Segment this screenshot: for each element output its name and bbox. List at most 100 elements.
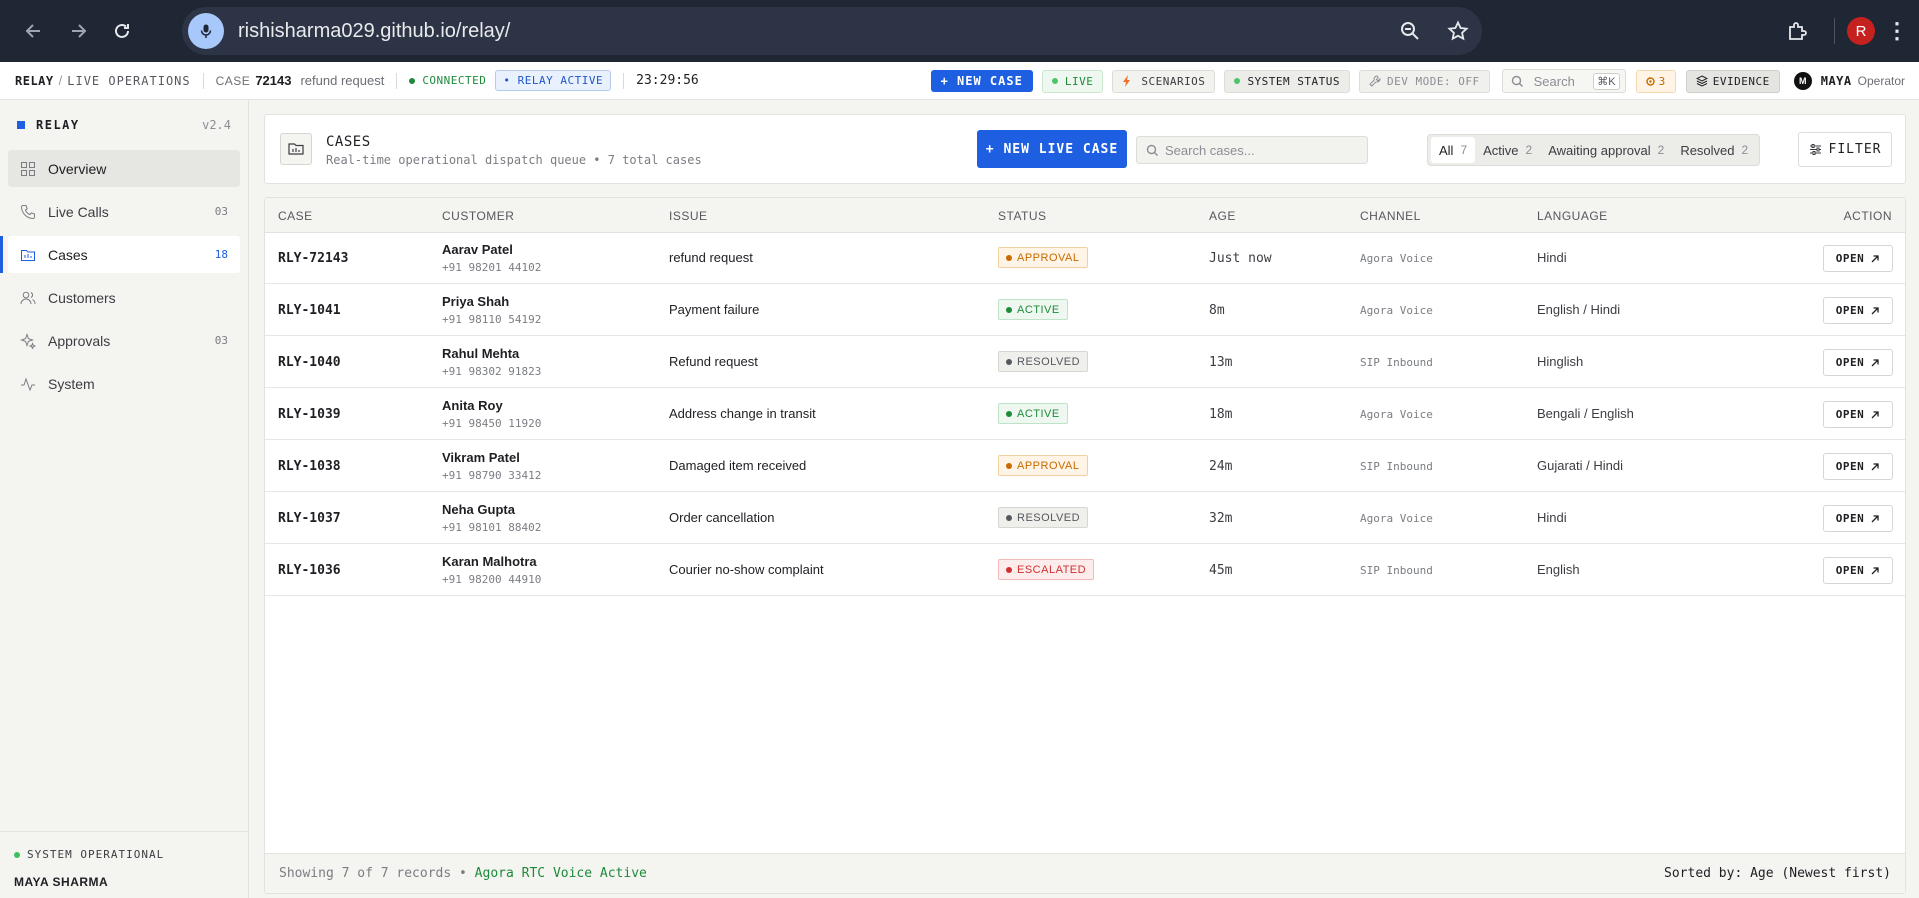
filter-button[interactable]: FILTER bbox=[1798, 132, 1892, 167]
zoom-button[interactable] bbox=[1386, 7, 1434, 55]
notifications-count: 3 bbox=[1658, 74, 1666, 88]
case-channel: Agora Voice bbox=[1360, 512, 1433, 525]
sidebar-item-overview[interactable]: Overview bbox=[8, 150, 240, 187]
topbar-divider bbox=[202, 72, 204, 89]
sidebar-item-system[interactable]: System bbox=[8, 365, 240, 402]
open-case-button[interactable]: OPEN bbox=[1823, 349, 1893, 376]
table-row[interactable]: RLY-1038 Vikram Patel +91 98790 33412 Damag… bbox=[265, 441, 1905, 492]
search-shortcut: ⌘K bbox=[1593, 72, 1620, 90]
search-icon bbox=[1146, 144, 1158, 156]
brand-square-icon bbox=[17, 121, 25, 129]
evidence-button[interactable]: EVIDENCE bbox=[1685, 69, 1780, 93]
case-channel: SIP Inbound bbox=[1360, 564, 1433, 577]
bookmark-button[interactable] bbox=[1434, 7, 1482, 55]
arrow-up-right-icon bbox=[1871, 410, 1879, 418]
live-button[interactable]: LIVE bbox=[1041, 69, 1104, 93]
status-text: RESOLVED bbox=[1017, 511, 1081, 524]
sidebar-item-cases[interactable]: Cases 18 bbox=[0, 236, 240, 273]
breadcrumb-separator: / bbox=[58, 73, 63, 88]
column-header-channel[interactable]: CHANNEL bbox=[1360, 209, 1421, 223]
column-header-issue[interactable]: ISSUE bbox=[669, 209, 708, 223]
issue-text: Courier no-show complaint bbox=[669, 562, 824, 577]
open-case-button[interactable]: OPEN bbox=[1823, 557, 1893, 584]
open-case-button[interactable]: OPEN bbox=[1823, 401, 1893, 428]
table-row[interactable]: RLY-1037 Neha Gupta +91 98101 88402 Order c… bbox=[265, 493, 1905, 544]
customer-name: Vikram Patel bbox=[442, 450, 520, 465]
tab-all[interactable]: All 7 bbox=[1431, 137, 1476, 163]
open-case-button[interactable]: OPEN bbox=[1823, 297, 1893, 324]
search-cases-input[interactable]: Search cases... bbox=[1136, 136, 1368, 164]
new-live-case-button[interactable]: + NEW LIVE CASE bbox=[977, 130, 1127, 168]
sidebar-brand: RELAY bbox=[36, 118, 80, 132]
sidebar-item-approvals[interactable]: Approvals 03 bbox=[8, 322, 240, 359]
reload-button[interactable] bbox=[104, 13, 140, 49]
case-language: Bengali / English bbox=[1537, 406, 1634, 421]
tab-awaiting-approval[interactable]: Awaiting approval 2 bbox=[1540, 137, 1672, 163]
sort-indicator[interactable]: Sorted by: Age (Newest first) bbox=[1664, 866, 1891, 881]
reload-icon bbox=[115, 23, 129, 38]
sparkle-icon bbox=[20, 332, 36, 349]
tab-label: Awaiting approval bbox=[1548, 142, 1651, 158]
case-id[interactable]: RLY-1038 bbox=[278, 459, 341, 474]
forward-button[interactable] bbox=[60, 13, 96, 49]
browser-menu-icon[interactable]: ⋮ bbox=[1875, 0, 1919, 62]
case-language: Hinglish bbox=[1537, 354, 1584, 369]
sidebar-item-label: Live Calls bbox=[48, 203, 109, 220]
column-header-customer[interactable]: CUSTOMER bbox=[442, 209, 514, 223]
extensions-button[interactable] bbox=[1772, 0, 1822, 62]
notifications-button[interactable]: 3 bbox=[1635, 69, 1676, 93]
system-operational-text: SYSTEM OPERATIONAL bbox=[27, 848, 165, 861]
case-id[interactable]: RLY-1037 bbox=[278, 511, 341, 526]
back-button[interactable] bbox=[16, 13, 52, 49]
table-row[interactable]: RLY-1040 Rahul Mehta +91 98302 91823 Refund… bbox=[265, 337, 1905, 388]
case-id[interactable]: RLY-1036 bbox=[278, 563, 341, 578]
status-text: ESCALATED bbox=[1017, 563, 1087, 576]
user-avatar[interactable]: M bbox=[1793, 72, 1812, 90]
table-row[interactable]: RLY-72143 Aarav Patel +91 98201 44102 refun… bbox=[265, 233, 1905, 284]
case-age: 18m bbox=[1209, 407, 1233, 422]
column-header-status[interactable]: STATUS bbox=[998, 209, 1047, 223]
status-dot-icon bbox=[1006, 462, 1012, 469]
column-header-age[interactable]: AGE bbox=[1209, 209, 1236, 223]
alert-circle-icon bbox=[1645, 76, 1655, 86]
case-id[interactable]: RLY-1039 bbox=[278, 407, 341, 422]
table-footer: Showing 7 of 7 records • Agora RTC Voice… bbox=[265, 853, 1905, 893]
tab-resolved[interactable]: Resolved 2 bbox=[1672, 137, 1756, 163]
sidebar-item-live-calls[interactable]: Live Calls 03 bbox=[8, 193, 240, 230]
new-case-button[interactable]: + NEW CASE bbox=[930, 70, 1033, 92]
system-status-button[interactable]: SYSTEM STATUS bbox=[1224, 69, 1351, 93]
case-language: Gujarati / Hindi bbox=[1537, 458, 1623, 473]
dev-mode-toggle[interactable]: DEV MODE: OFF bbox=[1359, 69, 1490, 93]
global-search-input[interactable]: Search ⌘K bbox=[1501, 69, 1626, 93]
status-text: APPROVAL bbox=[1017, 251, 1080, 264]
table-row[interactable]: RLY-1036 Karan Malhotra +91 98200 44910 Cou… bbox=[265, 545, 1905, 596]
column-header-case[interactable]: CASE bbox=[278, 209, 313, 223]
microphone-icon[interactable] bbox=[188, 13, 224, 49]
case-id[interactable]: RLY-1040 bbox=[278, 355, 341, 370]
url-text: rishisharma029.github.io/relay/ bbox=[238, 19, 511, 42]
tab-active[interactable]: Active 2 bbox=[1475, 137, 1540, 163]
current-case-label: CASE bbox=[215, 73, 251, 88]
user-role: Operator bbox=[1857, 74, 1905, 88]
status-badge: RESOLVED bbox=[998, 351, 1089, 372]
open-case-button[interactable]: OPEN bbox=[1823, 245, 1893, 272]
scenarios-button[interactable]: SCENARIOS bbox=[1112, 69, 1216, 93]
sidebar: RELAY v2.4 Overview Live Calls 03 Cases … bbox=[0, 100, 249, 898]
case-id[interactable]: RLY-1041 bbox=[278, 303, 341, 318]
customer-phone: +91 98201 44102 bbox=[442, 261, 542, 274]
column-header-language[interactable]: LANGUAGE bbox=[1537, 209, 1608, 223]
case-language: English / Hindi bbox=[1537, 302, 1621, 317]
table-row[interactable]: RLY-1039 Anita Roy +91 98450 11920 Address … bbox=[265, 389, 1905, 440]
profile-avatar[interactable]: R bbox=[1847, 17, 1875, 45]
open-case-button[interactable]: OPEN bbox=[1823, 453, 1893, 480]
sidebar-item-label: Customers bbox=[48, 289, 116, 306]
table-row[interactable]: RLY-1041 Priya Shah +91 98110 54192 Payment… bbox=[265, 285, 1905, 336]
connection-status: CONNECTED bbox=[409, 74, 486, 87]
address-bar[interactable]: rishisharma029.github.io/relay/ bbox=[182, 7, 1482, 55]
arrow-up-right-icon bbox=[1871, 358, 1879, 366]
case-id[interactable]: RLY-72143 bbox=[278, 251, 348, 266]
open-case-button[interactable]: OPEN bbox=[1823, 505, 1893, 532]
sidebar-item-customers[interactable]: Customers bbox=[8, 279, 240, 316]
dev-mode-label: DEV MODE: OFF bbox=[1387, 74, 1480, 88]
puzzle-icon bbox=[1789, 22, 1807, 40]
